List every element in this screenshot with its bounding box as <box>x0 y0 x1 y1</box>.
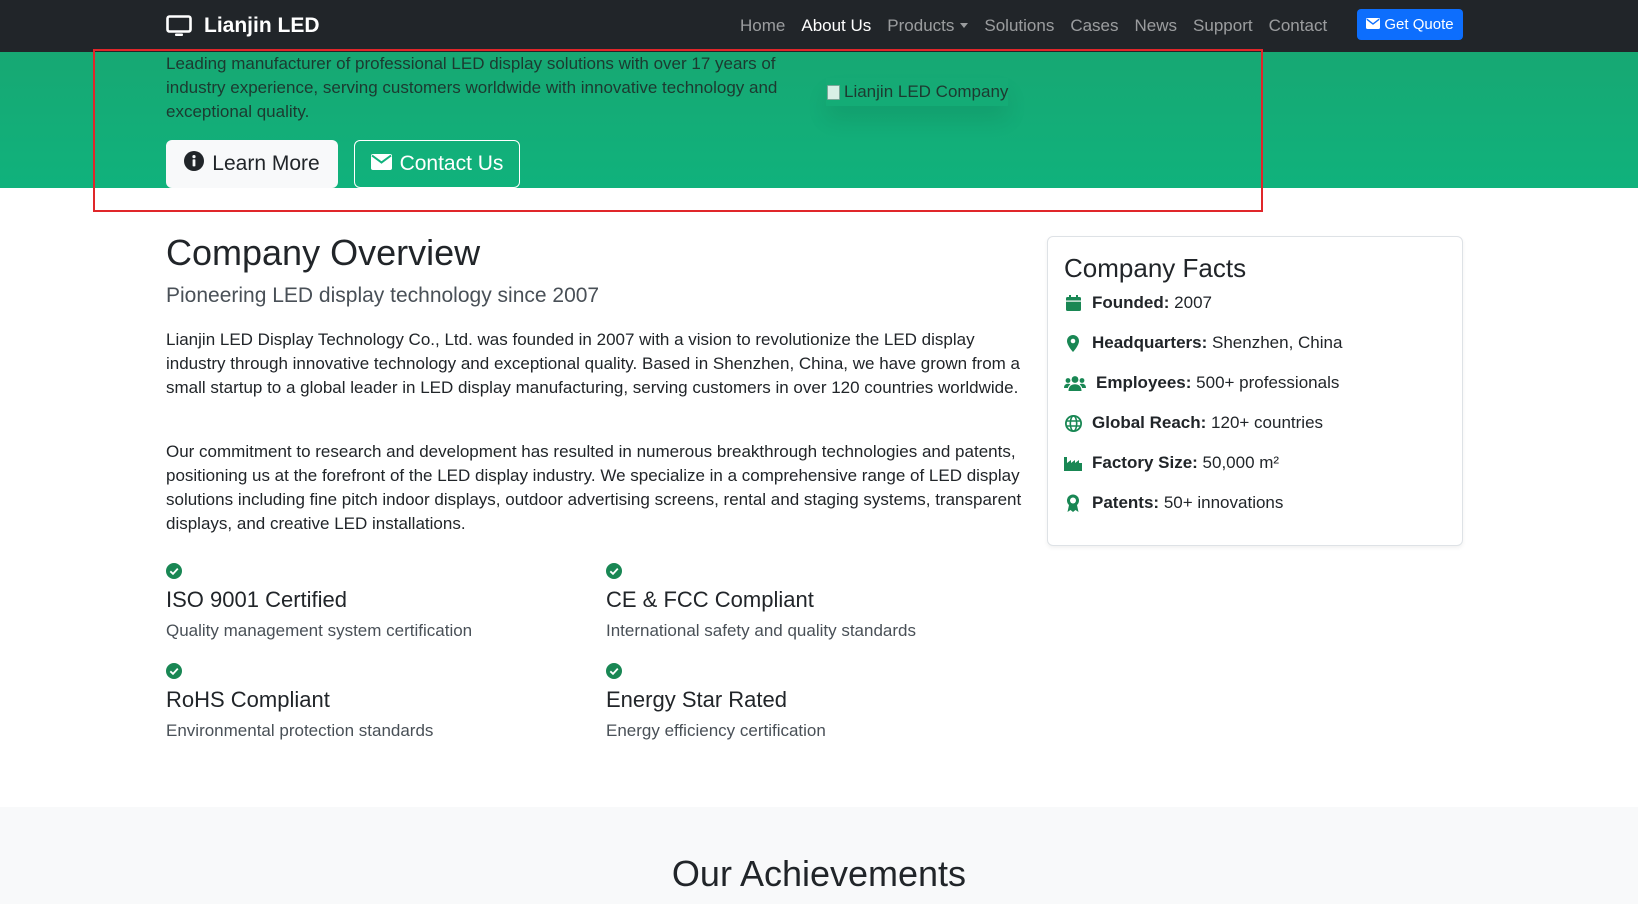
info-circle-icon <box>184 151 205 177</box>
globe-icon <box>1064 414 1082 432</box>
overview-paragraph-2: Our commitment to research and developme… <box>166 442 1022 533</box>
get-quote-button[interactable]: Get Quote <box>1357 9 1463 40</box>
contact-us-label: Contact Us <box>399 152 504 175</box>
fact-value: Shenzhen, China <box>1212 333 1343 352</box>
fact-label: Global Reach: <box>1092 413 1207 432</box>
fact-headquarters: Headquarters: Shenzhen, China <box>1064 333 1342 353</box>
get-quote-label: Get Quote <box>1384 16 1454 33</box>
cert-desc: Energy efficiency certification <box>606 721 826 740</box>
fact-value: 50+ innovations <box>1163 493 1284 512</box>
fact-factory-size: Factory Size: 50,000 m² <box>1064 453 1279 473</box>
envelope-icon <box>370 152 392 176</box>
company-image-alt: Lianjin LED Company <box>844 82 1009 101</box>
calendar-icon <box>1064 294 1082 312</box>
check-circle-icon <box>606 563 1026 579</box>
caret-down-icon <box>960 23 969 28</box>
check-circle-icon <box>166 563 586 579</box>
cert-title: CE & FCC Compliant <box>606 587 814 612</box>
fact-value: 120+ countries <box>1211 413 1324 432</box>
cert-ce-fcc: CE & FCC Compliant International safety … <box>606 563 1026 641</box>
check-circle-icon <box>606 663 1026 679</box>
overview-title: Company Overview <box>166 232 481 273</box>
cert-desc: Environmental protection standards <box>166 721 434 740</box>
users-icon <box>1064 374 1086 392</box>
nav-home[interactable]: Home <box>740 16 785 36</box>
industry-icon <box>1064 454 1082 472</box>
brand-name: Lianjin LED <box>204 14 320 37</box>
overview-lead: Pioneering LED display technology since … <box>166 284 600 307</box>
fact-value: 500+ professionals <box>1196 373 1340 392</box>
envelope-icon <box>1366 16 1381 33</box>
fact-value: 2007 <box>1174 293 1212 312</box>
cert-desc: International safety and quality standar… <box>606 621 916 640</box>
contact-us-button[interactable]: Contact Us <box>354 140 520 188</box>
fact-employees: Employees: 500+ professionals <box>1064 373 1339 393</box>
fact-label: Employees: <box>1096 373 1192 392</box>
fact-label: Factory Size: <box>1092 453 1198 472</box>
fact-founded: Founded: 2007 <box>1064 293 1212 313</box>
cert-title: Energy Star Rated <box>606 687 787 712</box>
nav-about-us[interactable]: About Us <box>801 16 871 36</box>
map-pin-icon <box>1064 334 1082 352</box>
fact-label: Patents: <box>1092 493 1160 512</box>
company-facts-card: Company Facts Founded: 2007 Headquarters… <box>1047 236 1463 546</box>
navbar: Lianjin LED Home About Us Products Solut… <box>0 0 1638 52</box>
cert-title: ISO 9001 Certified <box>166 587 347 612</box>
learn-more-button[interactable]: Learn More <box>166 140 338 188</box>
cert-desc: Quality management system certification <box>166 621 473 640</box>
fact-value: 50,000 m² <box>1202 453 1280 472</box>
nav-links: Home About Us Products Solutions Cases N… <box>740 11 1343 41</box>
hero-section: Leading manufacturer of professional LED… <box>0 52 1638 188</box>
learn-more-label: Learn More <box>212 152 320 175</box>
cert-rohs: RoHS Compliant Environmental protection … <box>166 663 586 741</box>
award-icon <box>1064 494 1082 512</box>
check-circle-icon <box>166 663 586 679</box>
facts-title: Company Facts <box>1064 253 1247 283</box>
nav-cases[interactable]: Cases <box>1070 16 1118 36</box>
broken-image-icon <box>826 84 840 100</box>
cert-iso: ISO 9001 Certified Quality management sy… <box>166 563 586 641</box>
hero-text: Leading manufacturer of professional LED… <box>166 54 778 121</box>
fact-label: Headquarters: <box>1092 333 1208 352</box>
nav-products[interactable]: Products <box>887 16 969 36</box>
nav-contact[interactable]: Contact <box>1269 16 1328 36</box>
company-image: Lianjin LED Company <box>826 78 1008 106</box>
fact-patents: Patents: 50+ innovations <box>1064 493 1283 513</box>
achievements-section: Our Achievements <box>0 807 1638 904</box>
nav-support[interactable]: Support <box>1193 16 1253 36</box>
monitor-icon <box>166 15 192 37</box>
nav-news[interactable]: News <box>1135 16 1178 36</box>
fact-global-reach: Global Reach: 120+ countries <box>1064 413 1323 433</box>
nav-solutions[interactable]: Solutions <box>984 16 1054 36</box>
nav-products-label: Products <box>887 16 955 35</box>
overview-paragraph-1: Lianjin LED Display Technology Co., Ltd.… <box>166 330 1020 397</box>
cert-energy-star: Energy Star Rated Energy efficiency cert… <box>606 663 1026 741</box>
achievements-title: Our Achievements <box>671 853 967 894</box>
cert-title: RoHS Compliant <box>166 687 330 712</box>
brand-link[interactable]: Lianjin LED <box>166 11 320 41</box>
fact-label: Founded: <box>1092 293 1170 312</box>
